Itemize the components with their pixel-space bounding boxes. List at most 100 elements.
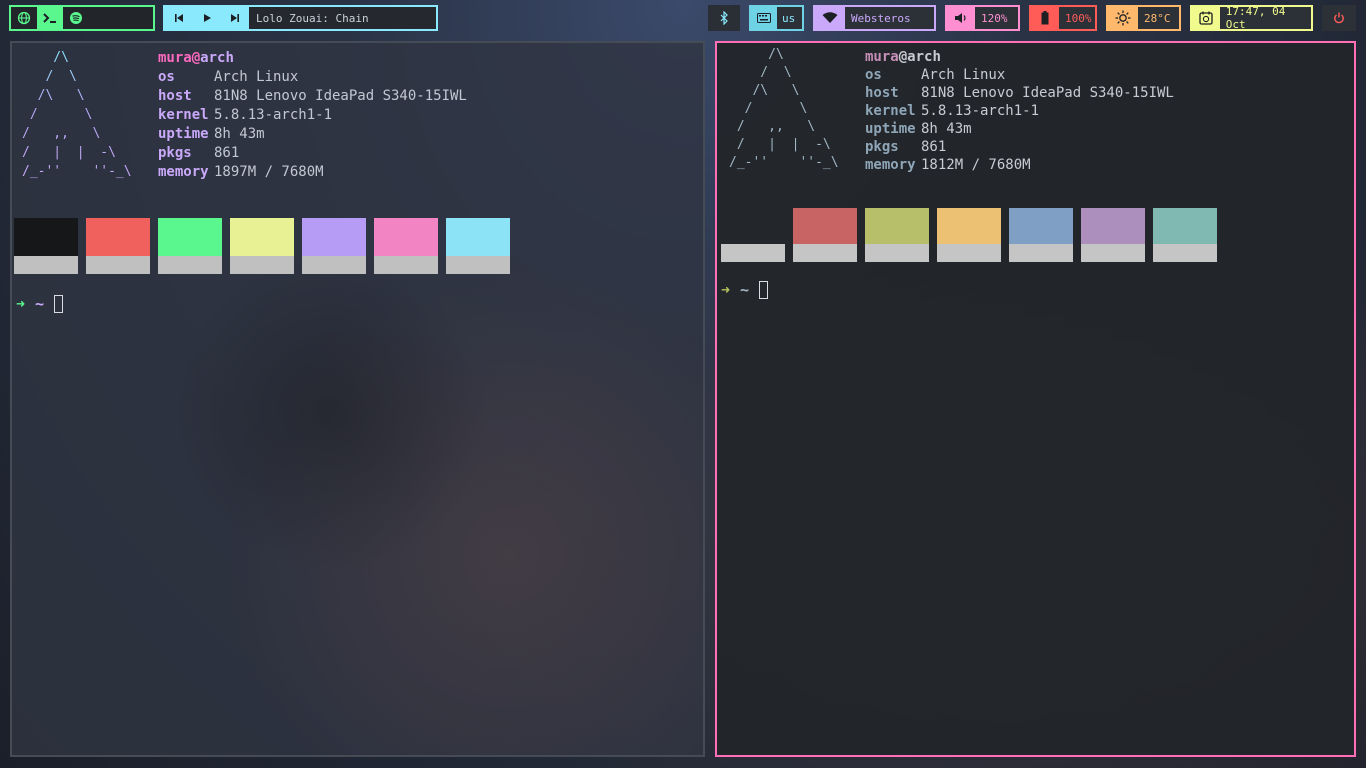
info-row-host: host 81N8 Lenovo IdeaPad S340-15IWL <box>865 84 1174 102</box>
sun-icon <box>1108 7 1138 29</box>
launcher-module <box>9 5 155 31</box>
prompt-directory: ~ <box>35 295 45 313</box>
info-row-kernel: kernel 5.8.13-arch1-1 <box>158 106 467 125</box>
info-row-pkgs: pkgs 861 <box>158 144 467 163</box>
clock-module[interactable]: 17:47, 04 Oct <box>1190 5 1313 31</box>
keyboard-module[interactable]: us <box>749 5 804 31</box>
shell-prompt[interactable]: ➜ ~ <box>16 295 64 313</box>
swatch-bright <box>158 256 222 274</box>
color-palette <box>721 208 1217 262</box>
swatch-normal <box>230 218 294 256</box>
username: mura <box>158 50 192 66</box>
terminal-window-right[interactable]: /\ / \ /\ \ / \ / ,, \ / | | -\ /_-'' ''… <box>715 41 1356 757</box>
globe-icon[interactable] <box>11 7 37 29</box>
color-swatch <box>446 218 510 274</box>
color-swatch <box>937 208 1001 262</box>
swatch-bright <box>1081 244 1145 262</box>
arch-ascii-logo: /\ / \ /\ \ / \ / ,, \ / | | -\ /_-'' ''… <box>22 50 132 179</box>
volume-level: 120% <box>981 11 1008 25</box>
battery-module: 100% <box>1029 5 1097 31</box>
hostname: arch <box>907 49 941 65</box>
terminal-window-left[interactable]: /\ / \ /\ \ / \ / ,, \ / | | -\ /_-'' ''… <box>10 41 705 757</box>
swatch-normal <box>446 218 510 256</box>
info-value: 861 <box>921 139 947 155</box>
info-row-host: host 81N8 Lenovo IdeaPad S340-15IWL <box>158 87 467 106</box>
swatch-bright <box>86 256 150 274</box>
media-module: Lolo Zouai: Chain <box>163 5 438 31</box>
hostname: arch <box>200 50 234 66</box>
volume-module[interactable]: 120% <box>945 5 1020 31</box>
prompt-arrow: ➜ <box>16 295 26 313</box>
prompt-arrow: ➜ <box>721 281 731 299</box>
color-swatch <box>374 218 438 274</box>
info-value: 5.8.13-arch1-1 <box>921 103 1040 119</box>
swatch-bright <box>446 256 510 274</box>
temperature-value: 28°C <box>1144 11 1171 25</box>
bluetooth-module[interactable] <box>708 5 740 31</box>
info-row-os: os Arch Linux <box>158 68 467 87</box>
color-swatch <box>793 208 857 262</box>
user-host-line: mura @ arch <box>158 49 467 68</box>
swatch-bright <box>793 244 857 262</box>
info-key: pkgs <box>158 145 192 161</box>
power-button[interactable] <box>1322 5 1356 31</box>
swatch-normal <box>158 218 222 256</box>
swatch-normal <box>14 218 78 256</box>
color-swatch <box>721 208 785 262</box>
info-row-memory: memory 1812M / 7680M <box>865 156 1174 174</box>
swatch-normal <box>1081 208 1145 244</box>
wifi-icon <box>815 7 845 29</box>
text-cursor <box>759 281 769 299</box>
info-key: kernel <box>158 107 209 123</box>
info-key: host <box>865 85 899 101</box>
play-icon[interactable] <box>193 7 221 29</box>
swatch-bright <box>937 244 1001 262</box>
swatch-bright <box>865 244 929 262</box>
track-title[interactable]: Lolo Zouai: Chain <box>249 12 369 25</box>
color-swatch <box>14 218 78 274</box>
swatch-normal <box>721 208 785 244</box>
info-value: 1897M / 7680M <box>214 164 324 180</box>
color-swatch <box>230 218 294 274</box>
battery-level: 100% <box>1065 11 1092 25</box>
battery-icon <box>1031 7 1059 29</box>
info-value: 8h 43m <box>214 126 265 142</box>
swatch-bright <box>302 256 366 274</box>
info-key: pkgs <box>865 139 899 155</box>
info-value: Arch Linux <box>921 67 1006 83</box>
at-sign: @ <box>898 49 908 65</box>
at-sign: @ <box>191 50 201 66</box>
swatch-normal <box>302 218 366 256</box>
volume-icon <box>947 7 975 29</box>
wifi-ssid: Websteros <box>851 11 911 25</box>
previous-icon[interactable] <box>165 7 193 29</box>
clock-value: 17:47, 04 Oct <box>1225 5 1286 31</box>
next-icon[interactable] <box>221 7 249 29</box>
shell-prompt[interactable]: ➜ ~ <box>721 281 769 299</box>
color-swatch <box>1009 208 1073 262</box>
text-cursor <box>54 295 64 313</box>
power-icon <box>1334 12 1344 24</box>
system-info: mura @ arch os Arch Linux host 81N8 Lenovo I… <box>865 48 1174 174</box>
info-row-os: os Arch Linux <box>865 66 1174 84</box>
color-swatch <box>1153 208 1217 262</box>
info-value: 1812M / 7680M <box>921 157 1031 173</box>
info-value: 81N8 Lenovo IdeaPad S340-15IWL <box>214 88 467 104</box>
swatch-normal <box>937 208 1001 244</box>
info-value: 8h 43m <box>921 121 972 137</box>
user-host-line: mura @ arch <box>865 48 1174 66</box>
info-key: uptime <box>865 121 916 137</box>
color-swatch <box>865 208 929 262</box>
info-row-uptime: uptime 8h 43m <box>158 125 467 144</box>
swatch-bright <box>1153 244 1217 262</box>
terminal-icon[interactable] <box>37 7 63 29</box>
info-key: os <box>158 69 175 85</box>
color-swatch <box>86 218 150 274</box>
wifi-module[interactable]: Websteros <box>813 5 936 31</box>
info-value: 81N8 Lenovo IdeaPad S340-15IWL <box>921 85 1174 101</box>
keyboard-icon <box>751 7 777 29</box>
bluetooth-icon <box>720 11 728 25</box>
info-value: 5.8.13-arch1-1 <box>214 107 333 123</box>
spotify-icon[interactable] <box>63 7 89 29</box>
prompt-directory: ~ <box>740 281 750 299</box>
